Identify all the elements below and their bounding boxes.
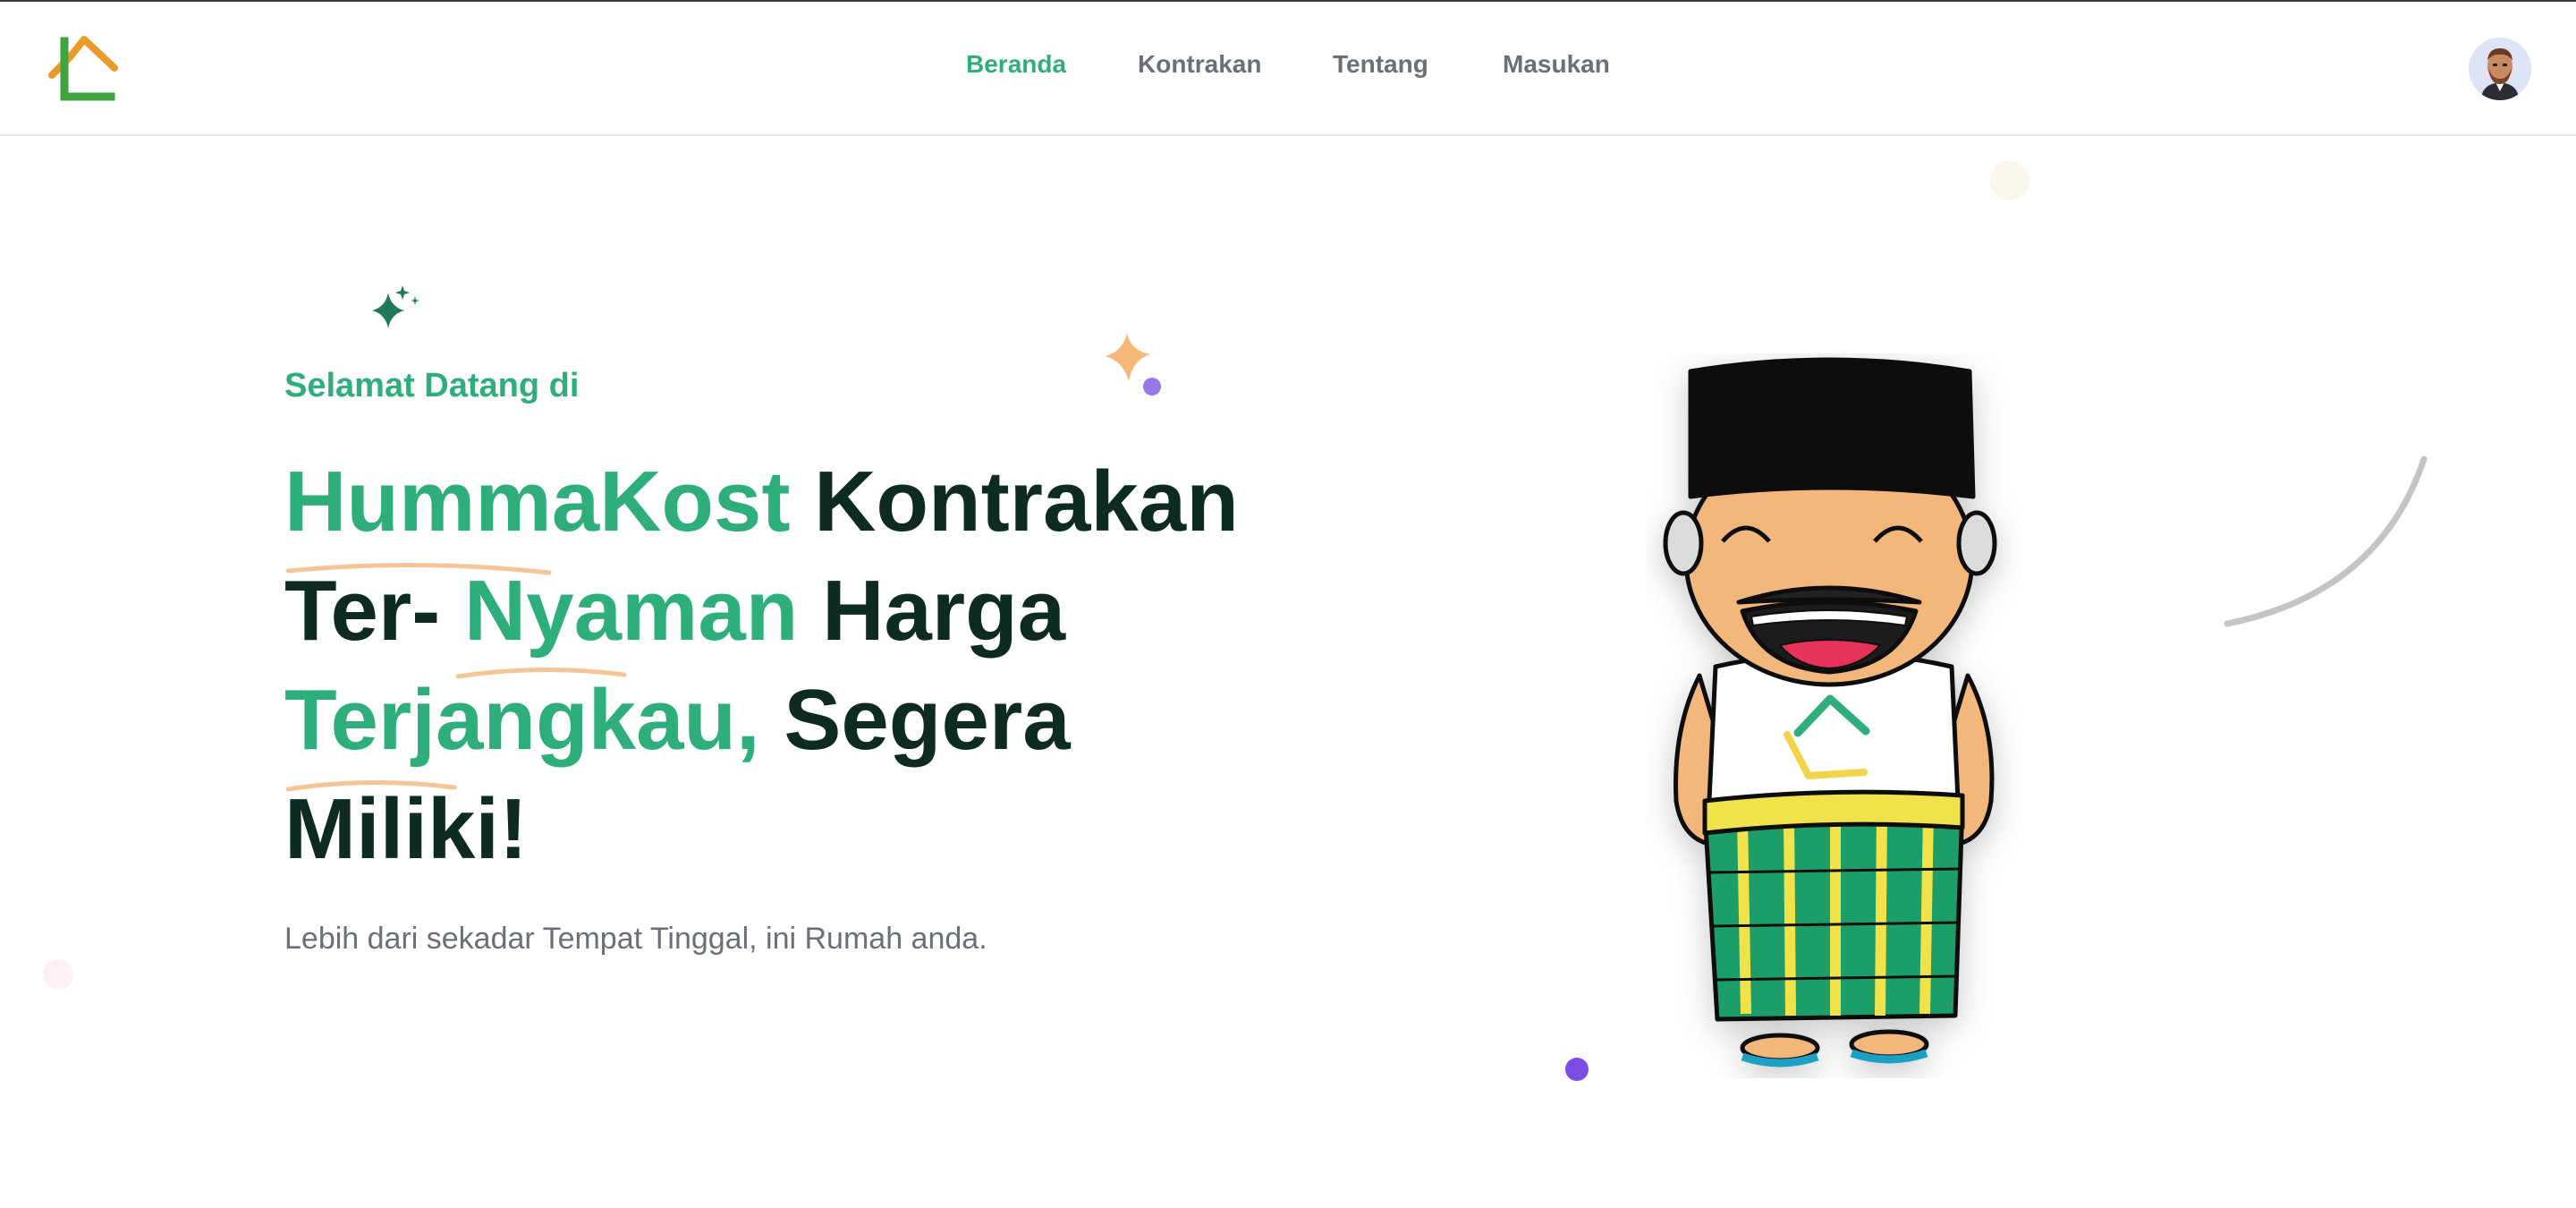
avatar[interactable] xyxy=(2469,38,2531,100)
avatar-icon xyxy=(2469,38,2531,100)
headline-word: Harga xyxy=(822,563,1066,659)
welcome-text: Selamat Datang di xyxy=(284,367,580,404)
hero-subtitle: Lebih dari sekadar Tempat Tinggal, ini R… xyxy=(284,922,987,956)
hero-section: Selamat Datang di HummaKost Kontrakan Te… xyxy=(284,0,1358,1208)
mascot-illustration xyxy=(1663,357,1997,1068)
decor-arc xyxy=(2224,455,2428,627)
brand-name: HummaKost xyxy=(284,454,791,549)
underline-decor xyxy=(455,667,627,679)
underline-decor xyxy=(285,562,552,575)
hero-headline: HummaKost Kontrakan Ter- Nyaman Harga Te… xyxy=(284,447,1358,884)
headline-highlight: Terjangkau, xyxy=(284,672,760,768)
headline-word: Segera xyxy=(784,672,1071,768)
nav-masukan[interactable]: Masukan xyxy=(1503,50,1610,79)
headline-word: Kontrakan xyxy=(814,454,1239,549)
decor-dot xyxy=(1565,1058,1589,1081)
underline-decor xyxy=(285,779,457,792)
decor-circle xyxy=(1990,161,2029,200)
headline-word: Miliki! xyxy=(284,781,529,877)
decor-circle xyxy=(43,959,73,990)
